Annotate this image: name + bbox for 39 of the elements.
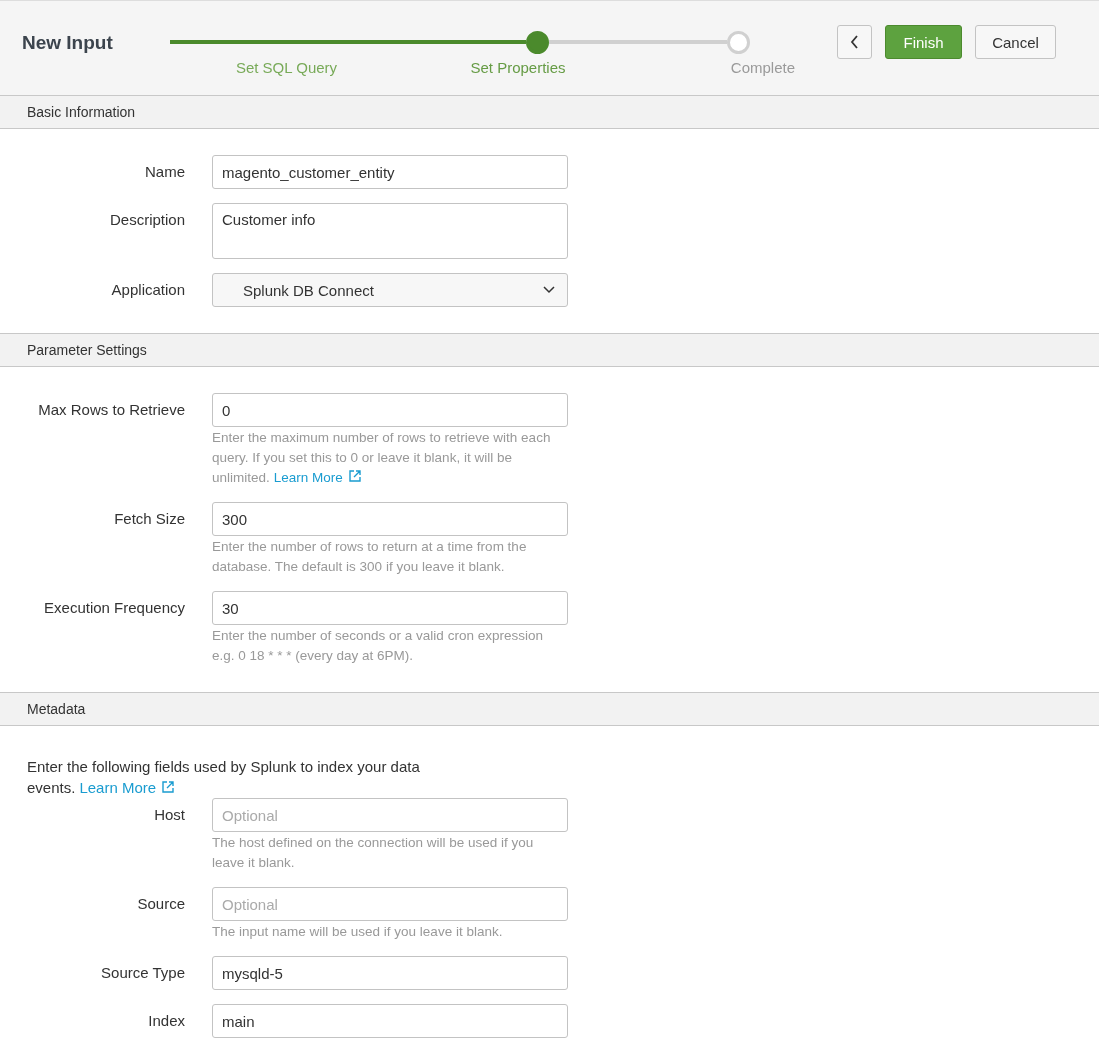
field-label: Source [136, 894, 185, 914]
field-label: Description [108, 210, 185, 230]
step-label: Set SQL Query [235, 59, 338, 76]
chevron-left-icon [850, 35, 859, 49]
field-label: Host [153, 805, 185, 825]
section-header: Metadata [0, 692, 1099, 726]
help-text: The host defined on the connection will be used if you leave it blank. [212, 834, 535, 872]
help-text: Enter the number of seconds or a valid cron expression e.g. 0 18 * * * (every day at 6PM). [212, 627, 544, 665]
field-label: Source Type [100, 963, 185, 983]
section-header: Parameter Settings [0, 333, 1099, 367]
field-label: Max Rows to Retrieve [37, 400, 185, 420]
step-label: Set Properties [470, 59, 566, 76]
field-label: Execution Frequency [43, 598, 185, 618]
text-field[interactable]: mysqld-5 [212, 956, 568, 990]
external-link-icon [348, 470, 361, 482]
help-text: The input name will be used if you leave it blank. [212, 923, 504, 941]
help-text: Enter the following fields used by Splunk to index your data events. Learn More [26, 757, 421, 798]
step-label: Complete [730, 59, 795, 76]
text-field[interactable]: 300 [212, 502, 568, 536]
text-area[interactable]: Customer info [212, 203, 568, 259]
chevron-down-icon [543, 286, 555, 294]
text-field[interactable]: main [212, 1004, 568, 1038]
field-label: Application [110, 280, 185, 300]
text-field[interactable]: 0 [212, 393, 568, 427]
back-button[interactable] [837, 25, 872, 59]
select-dropdown[interactable]: Splunk DB Connect [212, 273, 568, 307]
field-label: Name [144, 162, 185, 182]
page-title: New Input [22, 32, 114, 54]
help-text: Enter the maximum number of rows to retrieve with each query. If you set this to 0 or leave it blank, it will be unlimited. Learn More [212, 429, 552, 487]
text-field[interactable]: Optional [212, 887, 568, 921]
text-field[interactable]: 30 [212, 591, 568, 625]
field-label: Index [147, 1011, 185, 1031]
text-field[interactable]: Optional [212, 798, 568, 832]
field-label: Fetch Size [113, 509, 185, 529]
external-link-icon [162, 781, 175, 793]
cancel-button[interactable]: Cancel [975, 25, 1056, 59]
help-text: Enter the number of rows to return at a time from the database. The default is 300 if you leave it blank. [212, 538, 528, 576]
text-field[interactable]: magento_customer_entity [212, 155, 568, 189]
section-header: Basic Information [0, 95, 1099, 129]
